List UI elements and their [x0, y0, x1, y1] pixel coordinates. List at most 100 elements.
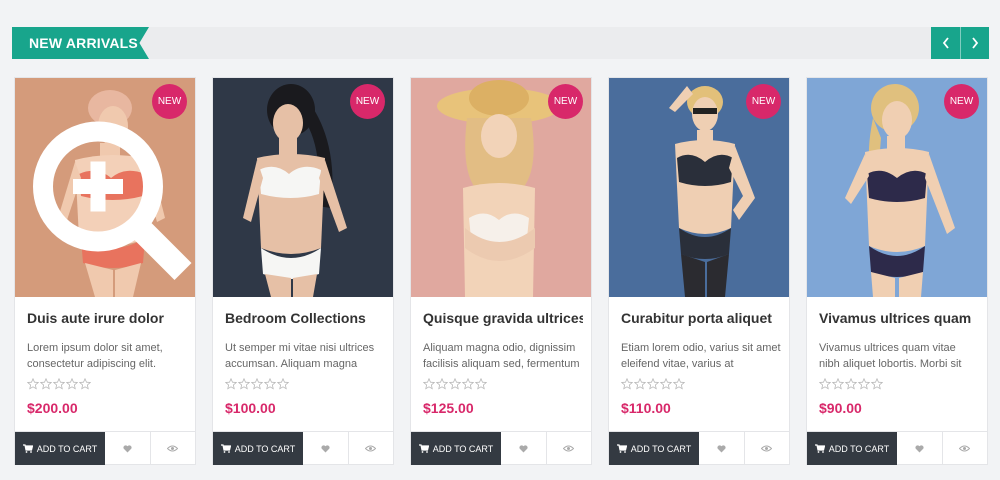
- quick-view-button[interactable]: [151, 432, 196, 465]
- eye-icon: [365, 445, 377, 452]
- star-icon: [832, 378, 844, 390]
- wishlist-button[interactable]: [897, 432, 943, 465]
- card-actions: ADD TO CART: [15, 431, 196, 465]
- cart-icon: [22, 444, 33, 453]
- add-to-cart-button[interactable]: ADD TO CART: [609, 432, 699, 465]
- card-actions: ADD TO CART: [213, 431, 394, 465]
- rating-stars: [225, 378, 289, 390]
- new-badge: NEW: [548, 84, 583, 119]
- product-price: $200.00: [27, 400, 78, 416]
- carousel-prev-button[interactable]: [931, 27, 960, 59]
- add-to-cart-label: ADD TO CART: [828, 443, 890, 454]
- add-to-cart-button[interactable]: ADD TO CART: [15, 432, 105, 465]
- star-icon: [462, 378, 474, 390]
- quick-view-button[interactable]: [943, 432, 988, 465]
- eye-icon: [167, 445, 179, 452]
- product-description: Vivamus ultrices quam vitae nibh aliquet…: [819, 342, 962, 370]
- product-image[interactable]: NEW: [609, 78, 789, 297]
- wishlist-button[interactable]: [303, 432, 349, 465]
- star-icon: [621, 378, 633, 390]
- product-name[interactable]: Curabitur porta aliquet: [621, 310, 781, 326]
- product-card: NEW Vivamus ultrices quam Vivamus ultric…: [806, 77, 988, 465]
- section-header-bar: [12, 27, 988, 59]
- new-badge: NEW: [746, 84, 781, 119]
- wishlist-button[interactable]: [501, 432, 547, 465]
- zoom-icon[interactable]: [23, 92, 195, 297]
- eye-icon: [761, 445, 773, 452]
- star-icon: [858, 378, 870, 390]
- star-icon: [673, 378, 685, 390]
- product-name[interactable]: Quisque gravida ultrices: [423, 310, 583, 326]
- cart-icon: [418, 444, 429, 453]
- star-icon: [845, 378, 857, 390]
- cart-icon: [220, 444, 231, 453]
- product-price: $100.00: [225, 400, 276, 416]
- product-card: NEW Duis aute irure dolor Lorem ipsum do…: [14, 77, 196, 465]
- star-icon: [660, 378, 672, 390]
- product-name[interactable]: Duis aute irure dolor: [27, 310, 187, 326]
- rating-stars: [27, 378, 91, 390]
- chevron-right-icon: [972, 37, 979, 49]
- wishlist-button[interactable]: [105, 432, 151, 465]
- star-icon: [475, 378, 487, 390]
- star-icon: [53, 378, 65, 390]
- star-icon: [819, 378, 831, 390]
- heart-icon: [717, 444, 726, 452]
- card-actions: ADD TO CART: [807, 431, 988, 465]
- star-icon: [647, 378, 659, 390]
- heart-icon: [123, 444, 132, 452]
- star-icon: [27, 378, 39, 390]
- eye-icon: [959, 445, 971, 452]
- quick-view-button[interactable]: [745, 432, 790, 465]
- cart-icon: [814, 444, 825, 453]
- product-price: $90.00: [819, 400, 862, 416]
- product-description: Ut semper mi vitae nisi ultrices accumsa…: [225, 342, 375, 370]
- star-icon: [277, 378, 289, 390]
- product-description: Aliquam magna odio, dignissim facilisis …: [423, 342, 580, 370]
- product-card: NEW Bedroom Collections Ut semper mi vit…: [212, 77, 394, 465]
- product-name[interactable]: Bedroom Collections: [225, 310, 385, 326]
- add-to-cart-button[interactable]: ADD TO CART: [807, 432, 897, 465]
- add-to-cart-label: ADD TO CART: [36, 443, 98, 454]
- star-icon: [436, 378, 448, 390]
- rating-stars: [423, 378, 487, 390]
- add-to-cart-label: ADD TO CART: [234, 443, 296, 454]
- new-badge: NEW: [350, 84, 385, 119]
- add-to-cart-label: ADD TO CART: [630, 443, 692, 454]
- product-description: Lorem ipsum dolor sit amet, consectetur …: [27, 342, 163, 370]
- new-badge: NEW: [152, 84, 187, 119]
- quick-view-button[interactable]: [349, 432, 394, 465]
- eye-icon: [563, 445, 575, 452]
- new-badge: NEW: [944, 84, 979, 119]
- star-icon: [238, 378, 250, 390]
- star-icon: [40, 378, 52, 390]
- product-card: NEW Curabitur porta aliquet Etiam lorem …: [608, 77, 790, 465]
- product-card: NEW Quisque gravida ultrices Aliquam mag…: [410, 77, 592, 465]
- product-image[interactable]: NEW: [411, 78, 591, 297]
- carousel-next-button[interactable]: [960, 27, 989, 59]
- product-carousel: NEW Duis aute irure dolor Lorem ipsum do…: [14, 77, 988, 465]
- star-icon: [79, 378, 91, 390]
- product-price: $125.00: [423, 400, 474, 416]
- star-icon: [449, 378, 461, 390]
- heart-icon: [321, 444, 330, 452]
- card-actions: ADD TO CART: [609, 431, 790, 465]
- rating-stars: [621, 378, 685, 390]
- wishlist-button[interactable]: [699, 432, 745, 465]
- quick-view-button[interactable]: [547, 432, 592, 465]
- product-description: Etiam lorem odio, varius sit amet eleife…: [621, 342, 781, 370]
- card-actions: ADD TO CART: [411, 431, 592, 465]
- star-icon: [871, 378, 883, 390]
- product-name[interactable]: Vivamus ultrices quam: [819, 310, 979, 326]
- product-image[interactable]: NEW: [807, 78, 987, 297]
- add-to-cart-button[interactable]: ADD TO CART: [213, 432, 303, 465]
- product-image[interactable]: NEW: [213, 78, 393, 297]
- product-image[interactable]: NEW: [15, 78, 195, 297]
- product-price: $110.00: [621, 400, 671, 416]
- heart-icon: [915, 444, 924, 452]
- star-icon: [66, 378, 78, 390]
- star-icon: [251, 378, 263, 390]
- section-title: NEW ARRIVALS: [12, 27, 149, 59]
- add-to-cart-button[interactable]: ADD TO CART: [411, 432, 501, 465]
- add-to-cart-label: ADD TO CART: [432, 443, 494, 454]
